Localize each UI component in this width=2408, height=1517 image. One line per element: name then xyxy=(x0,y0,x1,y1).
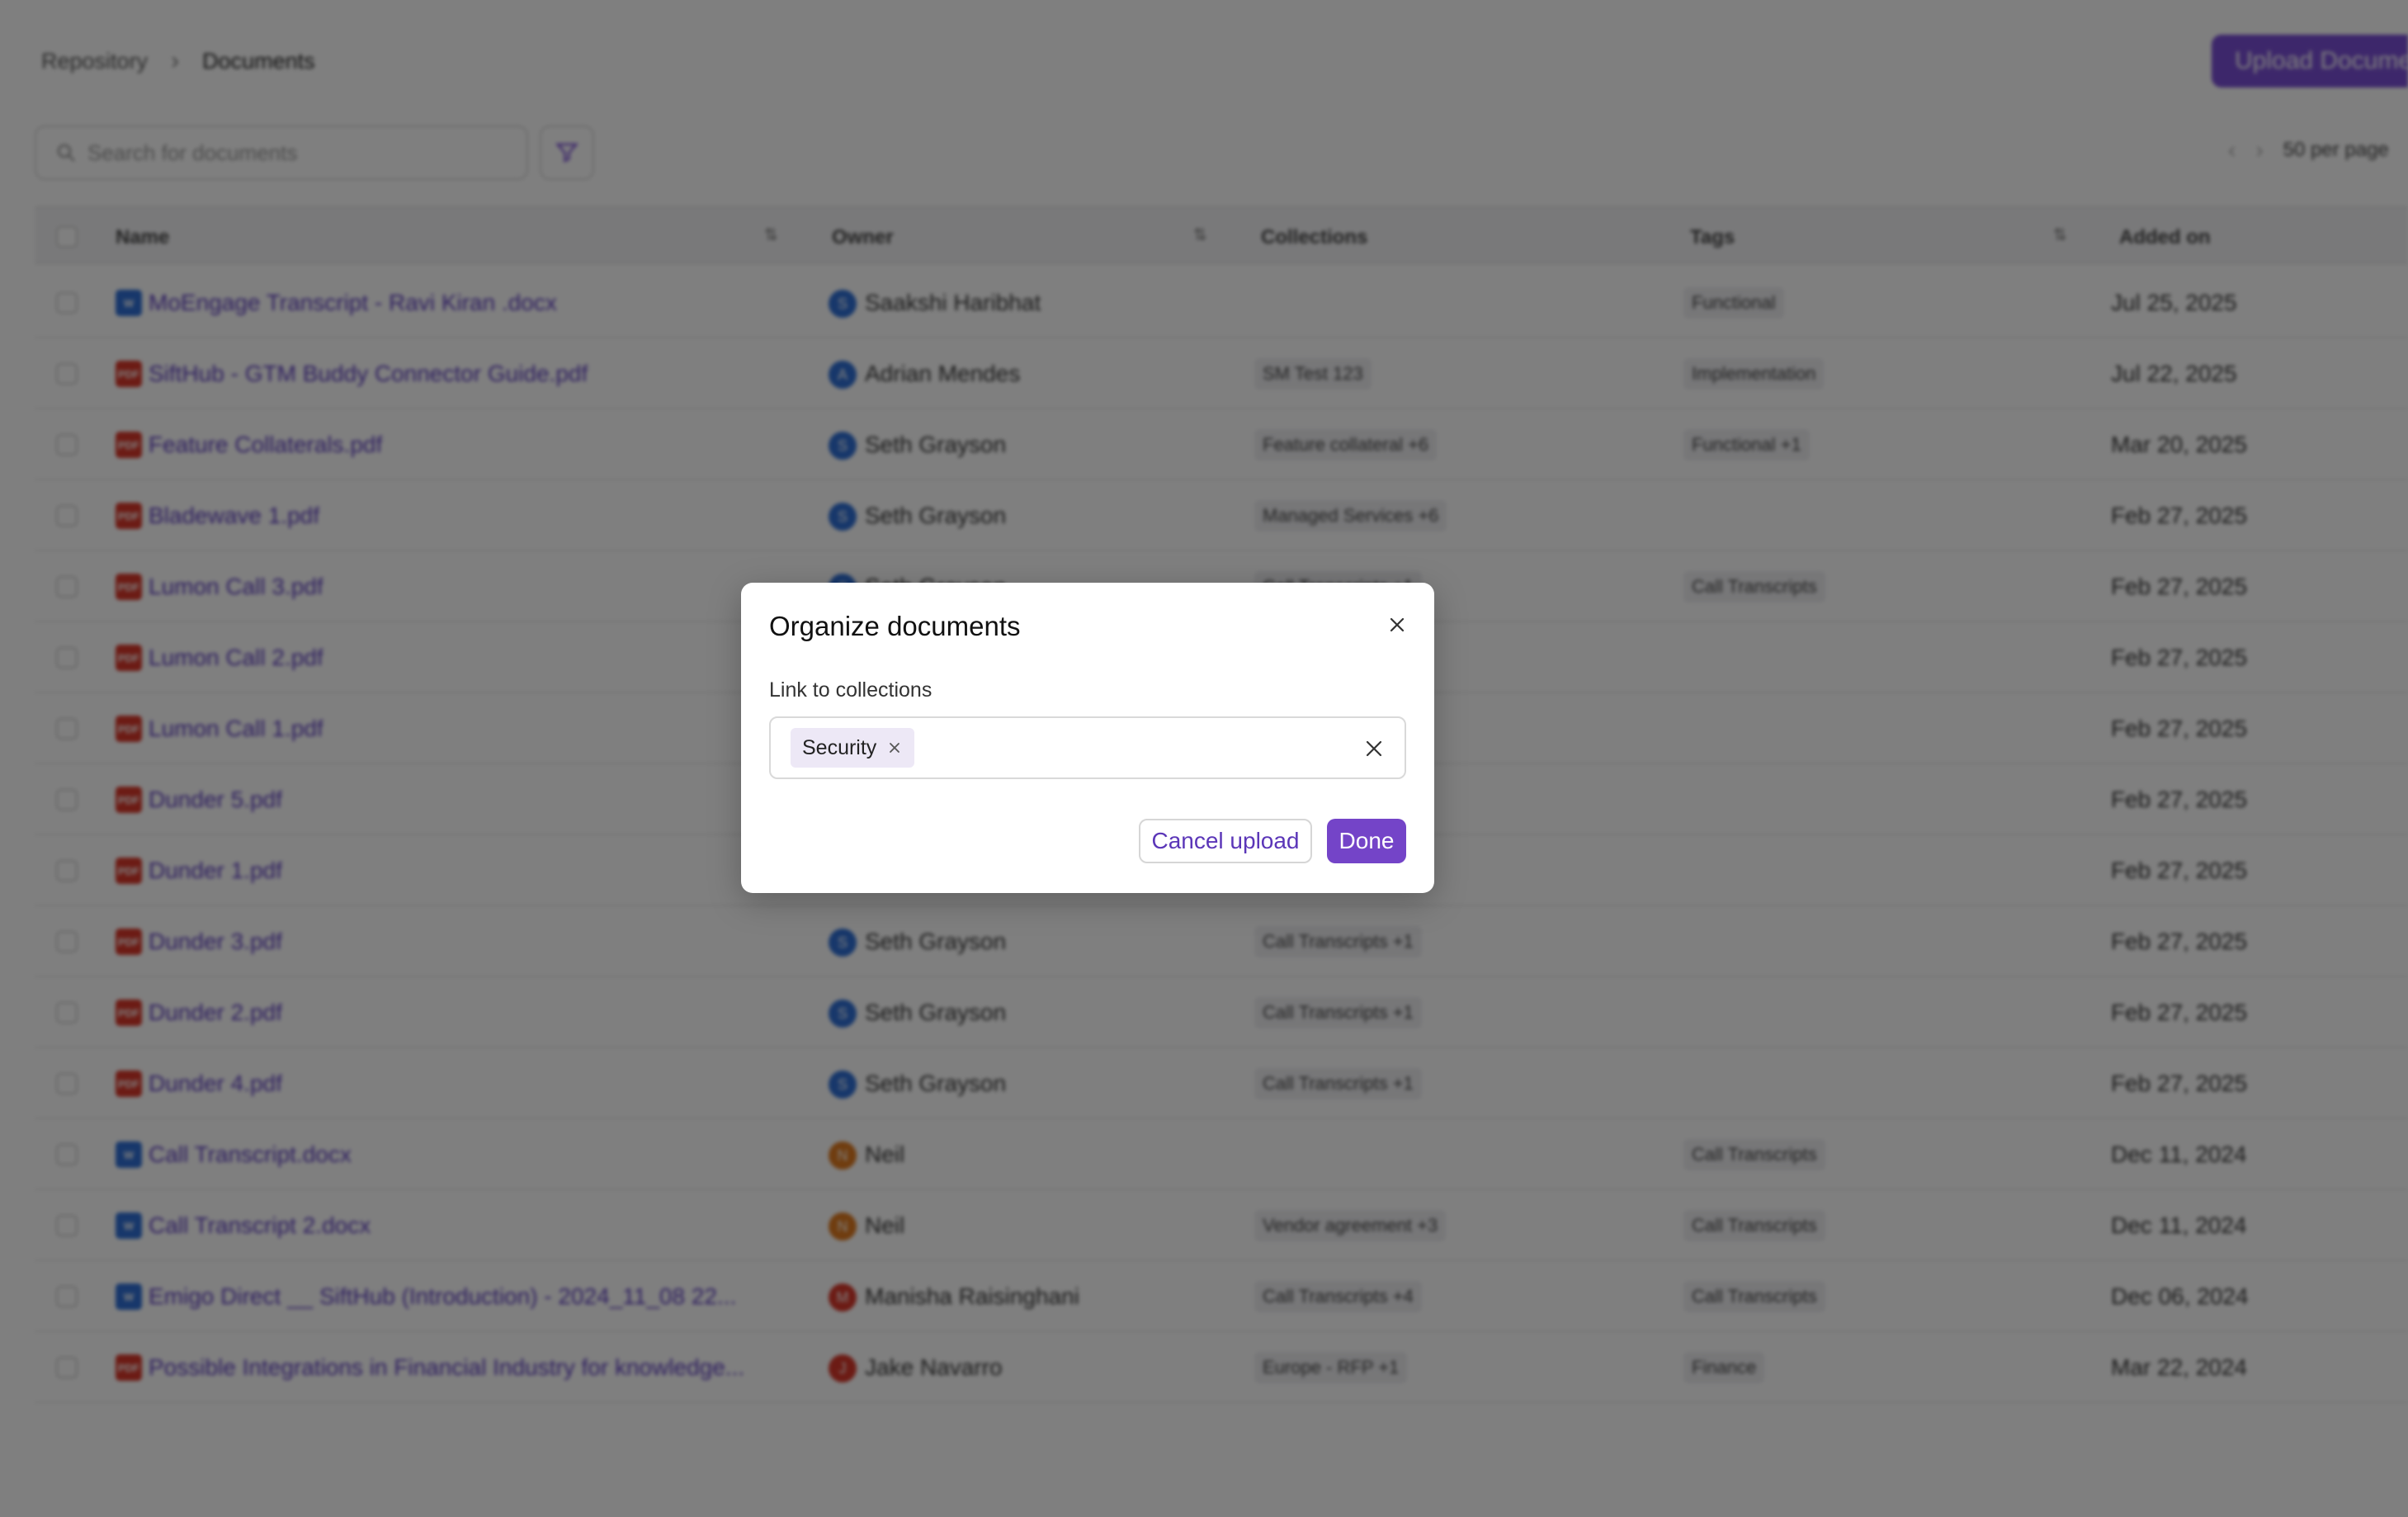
close-icon xyxy=(1390,617,1405,632)
dialog-title: Organize documents xyxy=(769,611,1021,641)
close-dialog-button[interactable] xyxy=(1385,612,1409,637)
cancel-upload-button[interactable]: Cancel upload xyxy=(1139,819,1312,863)
clear-collections-button[interactable] xyxy=(1362,736,1386,761)
close-icon xyxy=(1366,740,1382,757)
organize-documents-dialog: Organize documents Link to collections S… xyxy=(741,583,1434,893)
done-button[interactable]: Done xyxy=(1327,819,1406,863)
collection-chip-security: Security xyxy=(791,728,915,768)
collections-multiselect[interactable]: Security xyxy=(769,716,1406,779)
collection-chip-label: Security xyxy=(802,735,877,759)
collections-field-label: Link to collections xyxy=(769,678,933,702)
remove-collection-button[interactable] xyxy=(886,740,903,756)
close-icon xyxy=(890,743,900,753)
